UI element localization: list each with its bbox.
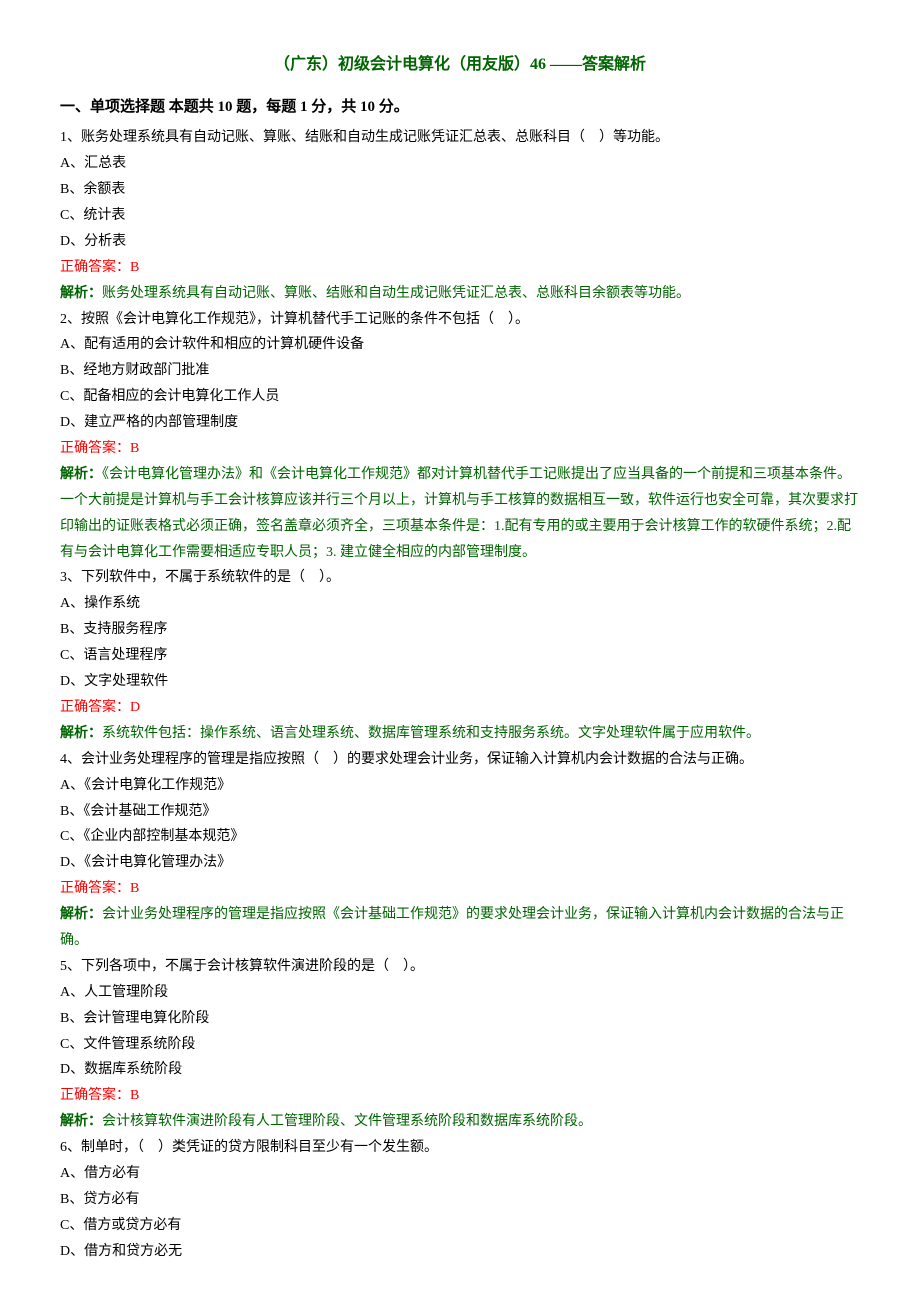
question-block: 6、制单时，（ ）类凭证的贷方限制科目至少有一个发生额。A、借方必有B、贷方必有… <box>60 1135 860 1264</box>
question-block: 4、会计业务处理程序的管理是指应按照（ ）的要求处理会计业务，保证输入计算机内会… <box>60 747 860 954</box>
question-option: D、数据库系统阶段 <box>60 1057 860 1083</box>
analysis-label: 解析： <box>60 467 102 482</box>
analysis-text: 账务处理系统具有自动记账、算账、结账和自动生成记账凭证汇总表、总账科目余额表等功… <box>102 286 690 301</box>
analysis-label: 解析： <box>60 286 102 301</box>
correct-answer: 正确答案：D <box>60 695 860 721</box>
analysis-text: 会计业务处理程序的管理是指应按照《会计基础工作规范》的要求处理会计业务，保证输入… <box>60 907 844 948</box>
question-option: B、会计管理电算化阶段 <box>60 1006 860 1032</box>
question-option: D、建立严格的内部管理制度 <box>60 410 860 436</box>
analysis-label: 解析： <box>60 907 102 922</box>
analysis: 解析：系统软件包括：操作系统、语言处理系统、数据库管理系统和支持服务系统。文字处… <box>60 721 860 747</box>
question-option: C、借方或贷方必有 <box>60 1213 860 1239</box>
correct-answer: 正确答案：B <box>60 1083 860 1109</box>
analysis-text: 《会计电算化管理办法》和《会计电算化工作规范》都对计算机替代手工记账提出了应当具… <box>60 467 858 560</box>
question-option: C、配备相应的会计电算化工作人员 <box>60 384 860 410</box>
question-option: B、经地方财政部门批准 <box>60 358 860 384</box>
question-option: C、统计表 <box>60 203 860 229</box>
analysis: 解析：会计核算软件演进阶段有人工管理阶段、文件管理系统阶段和数据库系统阶段。 <box>60 1109 860 1135</box>
question-option: D、文字处理软件 <box>60 669 860 695</box>
correct-answer: 正确答案：B <box>60 255 860 281</box>
question-option: B、余额表 <box>60 177 860 203</box>
question-option: B、贷方必有 <box>60 1187 860 1213</box>
question-stem: 4、会计业务处理程序的管理是指应按照（ ）的要求处理会计业务，保证输入计算机内会… <box>60 747 860 773</box>
section-header: 一、单项选择题 本题共 10 题，每题 1 分，共 10 分。 <box>60 94 860 122</box>
question-option: C、语言处理程序 <box>60 643 860 669</box>
question-option: C、文件管理系统阶段 <box>60 1032 860 1058</box>
analysis: 解析：《会计电算化管理办法》和《会计电算化工作规范》都对计算机替代手工记账提出了… <box>60 462 860 566</box>
question-stem: 1、账务处理系统具有自动记账、算账、结账和自动生成记账凭证汇总表、总账科目（ ）… <box>60 125 860 151</box>
question-option: A、汇总表 <box>60 151 860 177</box>
analysis: 解析：账务处理系统具有自动记账、算账、结账和自动生成记账凭证汇总表、总账科目余额… <box>60 281 860 307</box>
question-block: 2、按照《会计电算化工作规范》，计算机替代手工记账的条件不包括（ ）。A、配有适… <box>60 307 860 566</box>
analysis: 解析：会计业务处理程序的管理是指应按照《会计基础工作规范》的要求处理会计业务，保… <box>60 902 860 954</box>
question-block: 1、账务处理系统具有自动记账、算账、结账和自动生成记账凭证汇总表、总账科目（ ）… <box>60 125 860 306</box>
question-option: B、支持服务程序 <box>60 617 860 643</box>
analysis-label: 解析： <box>60 1114 102 1129</box>
analysis-text: 系统软件包括：操作系统、语言处理系统、数据库管理系统和支持服务系统。文字处理软件… <box>102 726 760 741</box>
question-option: A、《会计电算化工作规范》 <box>60 773 860 799</box>
question-stem: 3、下列软件中，不属于系统软件的是（ ）。 <box>60 565 860 591</box>
question-option: A、人工管理阶段 <box>60 980 860 1006</box>
question-block: 5、下列各项中，不属于会计核算软件演进阶段的是（ ）。A、人工管理阶段B、会计管… <box>60 954 860 1135</box>
correct-answer: 正确答案：B <box>60 436 860 462</box>
question-option: D、《会计电算化管理办法》 <box>60 850 860 876</box>
question-option: A、借方必有 <box>60 1161 860 1187</box>
question-option: A、操作系统 <box>60 591 860 617</box>
question-option: D、分析表 <box>60 229 860 255</box>
question-option: A、配有适用的会计软件和相应的计算机硬件设备 <box>60 332 860 358</box>
document-title: （广东）初级会计电算化（用友版）46 ——答案解析 <box>60 50 860 80</box>
question-option: C、《企业内部控制基本规范》 <box>60 824 860 850</box>
question-stem: 2、按照《会计电算化工作规范》，计算机替代手工记账的条件不包括（ ）。 <box>60 307 860 333</box>
question-option: B、《会计基础工作规范》 <box>60 799 860 825</box>
question-stem: 6、制单时，（ ）类凭证的贷方限制科目至少有一个发生额。 <box>60 1135 860 1161</box>
correct-answer: 正确答案：B <box>60 876 860 902</box>
question-option: D、借方和贷方必无 <box>60 1239 860 1265</box>
analysis-text: 会计核算软件演进阶段有人工管理阶段、文件管理系统阶段和数据库系统阶段。 <box>102 1114 592 1129</box>
question-stem: 5、下列各项中，不属于会计核算软件演进阶段的是（ ）。 <box>60 954 860 980</box>
analysis-label: 解析： <box>60 726 102 741</box>
question-block: 3、下列软件中，不属于系统软件的是（ ）。A、操作系统B、支持服务程序C、语言处… <box>60 565 860 746</box>
